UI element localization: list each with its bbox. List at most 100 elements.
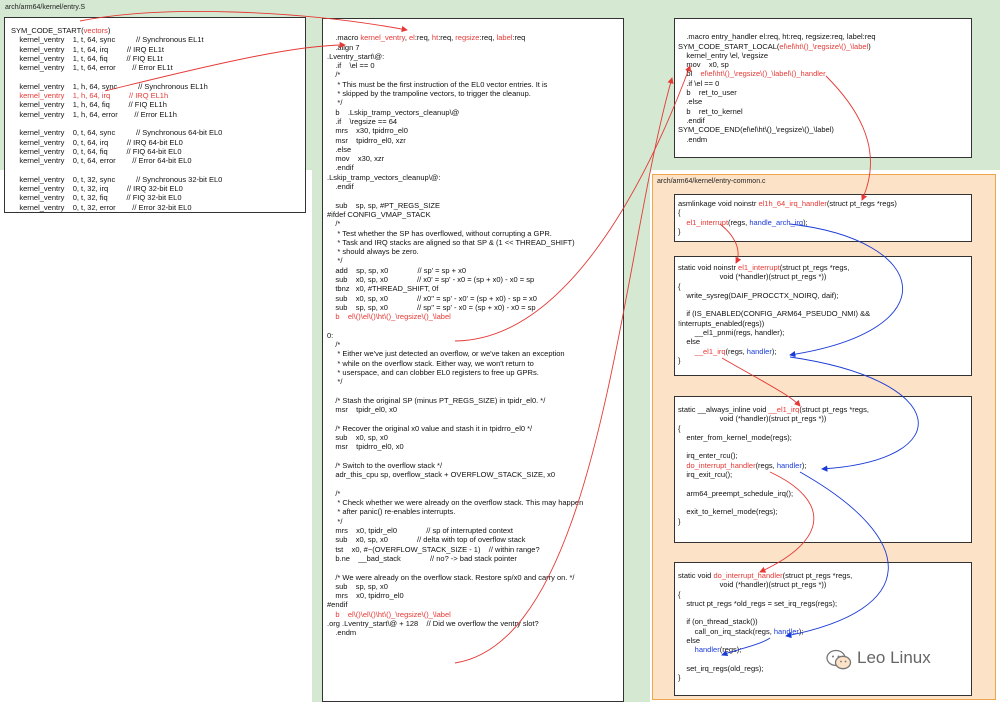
code-line: tst x0, #~(OVERFLOW_STACK_SIZE - 1) // w… bbox=[327, 544, 540, 554]
code-line: msr tpidr_el0, x0 bbox=[327, 405, 398, 415]
code-line: if (on_thread_stack()) bbox=[678, 617, 758, 627]
code-line: } bbox=[678, 516, 681, 526]
code-line: else bbox=[678, 337, 701, 347]
code-line: b.ne __bad_stack // no? -> bad stack poi… bbox=[327, 553, 517, 563]
code-line: } bbox=[678, 226, 681, 236]
code-line: */ bbox=[327, 98, 343, 108]
code-line: { bbox=[678, 281, 681, 291]
el1-interrupt-box: static void noinstr el1_interrupt(struct… bbox=[674, 256, 972, 376]
code-line: { bbox=[678, 423, 681, 433]
code-line: asmlinkage void noinstr el1h_64_irq_hand… bbox=[678, 199, 897, 208]
code-line: { bbox=[678, 208, 681, 218]
code-line: sub x0, sp, x0 // x0' = sp' - x0 = (sp +… bbox=[327, 275, 535, 285]
code-line: kernel_ventry 1, t, 64, fiq // FIQ EL1t bbox=[11, 53, 163, 63]
code-line: el1_interrupt(regs, handle_arch_irq); bbox=[686, 217, 808, 227]
code-line: * Test whether the SP has overflowed, wi… bbox=[327, 228, 552, 238]
code-line: kernel_ventry 1, h, 64, irq // IRQ EL1h bbox=[11, 91, 169, 101]
code-line: b el\()\el\()\ht\()_\regsize\()_\label bbox=[327, 312, 451, 322]
code-line: /* bbox=[327, 70, 341, 80]
entry-s-title: arch/arm64/kernel/entry.S bbox=[5, 4, 86, 11]
el1-irq-code: static __always_inline void __el1_irq(st… bbox=[678, 405, 869, 526]
code-line: tbnz x0, #THREAD_SHIFT, 0f bbox=[327, 284, 439, 294]
code-line: write_sysreg(DAIF_PROCCTX_NOIRQ, daif); bbox=[678, 290, 839, 300]
code-line: sub x0, sp, x0 // delta with top of over… bbox=[327, 535, 526, 545]
el1h-64-irq-handler-box: asmlinkage void noinstr el1h_64_irq_hand… bbox=[674, 194, 972, 242]
code-line: mrs x30, tpidrro_el0 bbox=[327, 126, 408, 136]
code-line: kernel_entry \el, \regsize bbox=[678, 50, 769, 60]
code-line: else bbox=[678, 636, 701, 646]
code-line: .if \el == 0 bbox=[327, 61, 375, 71]
code-line: .if \el == 0 bbox=[678, 78, 720, 88]
code-line: SYM_CODE_END(vectors) bbox=[11, 212, 222, 213]
code-line: * Task and IRQ stacks are aligned so tha… bbox=[327, 237, 575, 247]
code-line: kernel_ventry 0, t, 32, error // Error 3… bbox=[11, 202, 192, 212]
code-line: #ifdef CONFIG_VMAP_STACK bbox=[327, 209, 431, 219]
kernel-ventry-code: .macro kernel_ventry, el:req, ht:req, re… bbox=[327, 24, 583, 638]
el1-irq-box: static __always_inline void __el1_irq(st… bbox=[674, 396, 972, 543]
el1-interrupt-code: static void noinstr el1_interrupt(struct… bbox=[678, 263, 870, 365]
code-line: * Check whether we were already on the o… bbox=[327, 498, 584, 508]
code-line: } bbox=[678, 355, 681, 365]
code-line: * while on the overflow stack. Either wa… bbox=[327, 358, 534, 368]
code-line: .Lventry_start\@: bbox=[327, 51, 385, 61]
code-line: struct pt_regs *old_regs = set_irq_regs(… bbox=[678, 598, 838, 608]
code-line: */ bbox=[327, 256, 343, 266]
code-line: exit_to_kernel_mode(regs); bbox=[678, 507, 778, 517]
code-line: sub x0, sp, x0 bbox=[327, 433, 388, 443]
code-line: sub sp, sp, x0 bbox=[327, 581, 388, 591]
code-line: /* bbox=[327, 219, 341, 229]
kernel-ventry-box: .macro kernel_ventry, el:req, ht:req, re… bbox=[322, 18, 624, 702]
code-line: /* bbox=[327, 488, 341, 498]
code-line: __el1_irq(regs, handler); bbox=[694, 346, 777, 356]
code-line: .endm bbox=[678, 134, 708, 144]
code-line: arm64_preempt_schedule_irq(); bbox=[678, 488, 794, 498]
code-line: kernel_ventry 1, h, 64, fiq // FIQ EL1h bbox=[11, 100, 167, 110]
code-line: #endif bbox=[327, 600, 348, 610]
code-line: kernel_ventry 1, t, 64, sync // Synchron… bbox=[11, 35, 204, 45]
code-line: SYM_CODE_START(vectors) bbox=[11, 26, 111, 35]
code-line: void (*handler)(struct pt_regs *)) bbox=[678, 272, 827, 282]
code-line: /* bbox=[327, 340, 341, 350]
code-line: .align 7 bbox=[327, 42, 360, 52]
entry-common-title: arch/arm64/kernel/entry-common.c bbox=[657, 178, 766, 185]
code-line: * userspace, and can clobber EL0 registe… bbox=[327, 367, 539, 377]
code-line: */ bbox=[327, 377, 343, 387]
code-line: * Either we've just detected an overflow… bbox=[327, 349, 565, 359]
code-line: irq_enter_rcu(); bbox=[678, 451, 738, 461]
code-line: .org .Lventry_start\@ + 128 // Did we ov… bbox=[327, 619, 539, 628]
code-line: /* Recover the original x0 value and sta… bbox=[327, 423, 533, 433]
entry-handler-code: .macro entry_handler el:req, ht:req, reg… bbox=[678, 23, 876, 144]
code-line: kernel_ventry 0, t, 32, irq // IRQ 32-bi… bbox=[11, 184, 183, 194]
code-line: kernel_ventry 0, t, 64, irq // IRQ 64-bi… bbox=[11, 137, 183, 147]
code-line: !interrupts_enabled(regs)) bbox=[678, 318, 765, 328]
code-line: .endif bbox=[678, 115, 705, 125]
code-line: mrs x0, tpidr_el0 // sp of interrupted c… bbox=[327, 526, 513, 536]
code-line: kernel_ventry 1, h, 64, sync // Synchron… bbox=[11, 81, 208, 91]
el1h-64-irq-handler-code: asmlinkage void noinstr el1h_64_irq_hand… bbox=[678, 199, 897, 236]
watermark-text: Leo Linux bbox=[857, 648, 931, 667]
code-line: kernel_ventry 0, t, 32, fiq // FIQ 32-bi… bbox=[11, 193, 182, 203]
code-line: mrs x0, tpidrro_el0 bbox=[327, 591, 404, 601]
code-line: * skipped by the trampoline vectors, to … bbox=[327, 89, 531, 99]
code-line: .endm bbox=[327, 628, 357, 638]
code-line: SYM_CODE_END(el\el\ht\()_\regsize\()_\la… bbox=[678, 125, 834, 135]
do-interrupt-handler-box: static void do_interrupt_handler(struct … bbox=[674, 562, 972, 696]
code-line: { bbox=[678, 589, 681, 599]
code-line: b ret_to_kernel bbox=[678, 106, 743, 116]
code-line: enter_from_kernel_mode(regs); bbox=[678, 432, 792, 442]
code-line: /* Stash the original SP (minus PT_REGS_… bbox=[327, 395, 546, 405]
